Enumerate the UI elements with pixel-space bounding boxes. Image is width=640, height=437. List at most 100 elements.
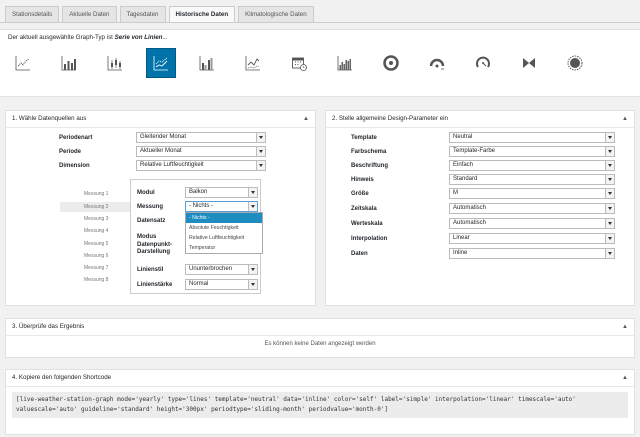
lines-chart-icon[interactable] <box>8 48 38 78</box>
graph-type-icons <box>8 48 633 82</box>
candlestick-chart-icon[interactable] <box>100 48 130 78</box>
messung-tab-1[interactable]: Messung 1 <box>84 191 108 197</box>
dimension-select[interactable]: Relative Luftfeuchtigkeit <box>136 160 266 171</box>
bars-chart-icon[interactable] <box>54 48 84 78</box>
groesse-label: Größe <box>351 191 369 197</box>
messung-tab-7[interactable]: Messung 7 <box>84 265 108 271</box>
datasource-panel: 1. Wähle Datenquellen aus ▲ Periodenart … <box>5 110 316 306</box>
chevron-down-icon <box>605 161 614 170</box>
messung-label: Messung <box>137 204 164 210</box>
windrose-icon[interactable] <box>514 48 544 78</box>
daten-select[interactable]: Inline <box>449 248 615 259</box>
shortcode-panel-header[interactable]: 4. Kopiere den folgenden Shortcode ▲ <box>6 370 634 387</box>
dropdown-option[interactable]: Relative Luftfeuchtigkeit <box>186 233 262 243</box>
collapse-arrow-icon[interactable]: ▲ <box>622 370 628 386</box>
datasource-panel-header[interactable]: 1. Wähle Datenquellen aus ▲ <box>6 111 315 128</box>
linienstil-select[interactable]: Ununterbrochen <box>185 264 258 275</box>
chevron-down-icon <box>248 188 257 197</box>
tab-tagesdaten[interactable]: Tagesdaten <box>119 6 166 22</box>
datensatz-label: Datensatz <box>137 218 166 224</box>
result-panel-header[interactable]: 3. Überprüfe das Ergebnis ▲ <box>6 319 634 336</box>
chevron-down-icon <box>248 280 257 289</box>
messung-tab-8[interactable]: Messung 8 <box>84 277 108 283</box>
graph-type-selected: Serie von Linien <box>114 34 163 41</box>
chevron-down-icon <box>605 147 614 156</box>
messung-tab-2[interactable]: Messung 2 <box>60 202 130 212</box>
arc-gauge-icon[interactable] <box>468 48 498 78</box>
dropdown-option[interactable]: - Nichts - <box>186 213 262 223</box>
collapse-arrow-icon[interactable]: ▲ <box>303 111 309 127</box>
chevron-down-icon <box>605 219 614 228</box>
messung-tab-5[interactable]: Messung 5 <box>84 241 108 247</box>
graph-type-panel: Der aktuell ausgewählte Graph-Typ ist Se… <box>0 29 640 97</box>
measurement-settings-box: Modul Balkon Messung - Nichts - Datensat… <box>130 179 263 294</box>
chevron-down-icon <box>256 133 265 142</box>
calendar-chart-icon[interactable] <box>284 48 314 78</box>
interpolation-label: Interpolation <box>351 236 388 242</box>
chevron-down-icon <box>605 133 614 142</box>
werteskala-label: Werteskala <box>351 221 383 227</box>
zeitskala-select[interactable]: Automatisch <box>449 203 615 214</box>
linienstaerke-label: Linienstärke <box>137 282 173 288</box>
hinweis-label: Hinweis <box>351 177 374 183</box>
sun-gauge-icon[interactable] <box>560 48 590 78</box>
periode-label: Periode <box>59 149 82 155</box>
farbschema-label: Farbschema <box>351 149 387 155</box>
series-lines-chart-icon[interactable] <box>146 48 176 78</box>
periodenart-label: Periodenart <box>59 135 93 141</box>
half-gauge-icon[interactable] <box>422 48 452 78</box>
chevron-down-icon <box>248 265 257 274</box>
messung-tab-3[interactable]: Messung 3 <box>84 216 108 222</box>
darstellung-label: Darstellung <box>137 249 171 255</box>
grouped-bars-chart-icon[interactable] <box>192 48 222 78</box>
chevron-down-icon <box>256 147 265 156</box>
chevron-down-icon <box>256 161 265 170</box>
template-select[interactable]: Neutral <box>449 132 615 143</box>
area-line-chart-icon[interactable] <box>238 48 268 78</box>
design-panel: 2. Stelle allgemeine Design-Parameter ei… <box>325 110 635 306</box>
dropdown-option[interactable]: Absolute Feuchtigkeit <box>186 223 262 233</box>
design-panel-header[interactable]: 2. Stelle allgemeine Design-Parameter ei… <box>326 111 634 128</box>
graph-type-caption: Der aktuell ausgewählte Graph-Typ ist Se… <box>8 34 168 41</box>
shortcode-textarea[interactable]: [live-weather-station-graph mode='yearly… <box>12 392 628 418</box>
beschriftung-label: Beschriftung <box>351 163 389 169</box>
chevron-down-icon <box>605 234 614 243</box>
messung-tab-4[interactable]: Messung 4 <box>84 228 108 234</box>
periode-select[interactable]: Aktueller Monat <box>136 146 266 157</box>
datenpunkt-label: Datenpunkt- <box>137 242 172 248</box>
chevron-down-icon <box>605 249 614 258</box>
tab-aktuelle-daten[interactable]: Aktuelle Daten <box>62 6 117 22</box>
beschriftung-select[interactable]: Einfach <box>449 160 615 171</box>
dropdown-option[interactable]: Temperatur <box>186 243 262 253</box>
histogram-chart-icon[interactable] <box>330 48 360 78</box>
shortcode-panel: 4. Kopiere den folgenden Shortcode ▲ [li… <box>5 369 635 435</box>
radial-gauge-icon[interactable] <box>376 48 406 78</box>
chevron-down-icon <box>605 175 614 184</box>
linienstaerke-select[interactable]: Normal <box>185 279 258 290</box>
tab-klimatologische-daten[interactable]: Klimatologische Daten <box>238 6 314 22</box>
tab-bar: Stationsdetails Aktuelle Daten Tagesdate… <box>5 6 314 22</box>
messung-tab-6[interactable]: Messung 6 <box>84 253 108 259</box>
modus-label: Modus <box>137 234 157 240</box>
collapse-arrow-icon[interactable]: ▲ <box>622 111 628 127</box>
tab-historische-daten[interactable]: Historische Daten <box>168 6 236 22</box>
modul-label: Modul <box>137 190 155 196</box>
interpolation-select[interactable]: Linear <box>449 233 615 244</box>
zeitskala-label: Zeitskala <box>351 206 377 212</box>
farbschema-select[interactable]: Template-Farbe <box>449 146 615 157</box>
no-data-message: Es können keine Daten angezeigt werden <box>264 341 376 347</box>
template-label: Template <box>351 135 377 141</box>
groesse-select[interactable]: M <box>449 188 615 199</box>
collapse-arrow-icon[interactable]: ▲ <box>622 319 628 335</box>
result-panel: 3. Überprüfe das Ergebnis ▲ Es können ke… <box>5 318 635 358</box>
modul-select[interactable]: Balkon <box>185 187 258 198</box>
hinweis-select[interactable]: Standard <box>449 174 615 185</box>
werteskala-select[interactable]: Automatisch <box>449 218 615 229</box>
periodenart-select[interactable]: Gleitender Monat <box>136 132 266 143</box>
messung-select[interactable]: - Nichts - <box>185 201 258 212</box>
messung-dropdown-list: - Nichts - Absolute Feuchtigkeit Relativ… <box>185 212 263 254</box>
daten-label: Daten <box>351 251 368 257</box>
linienstil-label: Linienstil <box>137 267 164 273</box>
dimension-label: Dimension <box>59 163 90 169</box>
tab-stationsdetails[interactable]: Stationsdetails <box>5 6 60 22</box>
